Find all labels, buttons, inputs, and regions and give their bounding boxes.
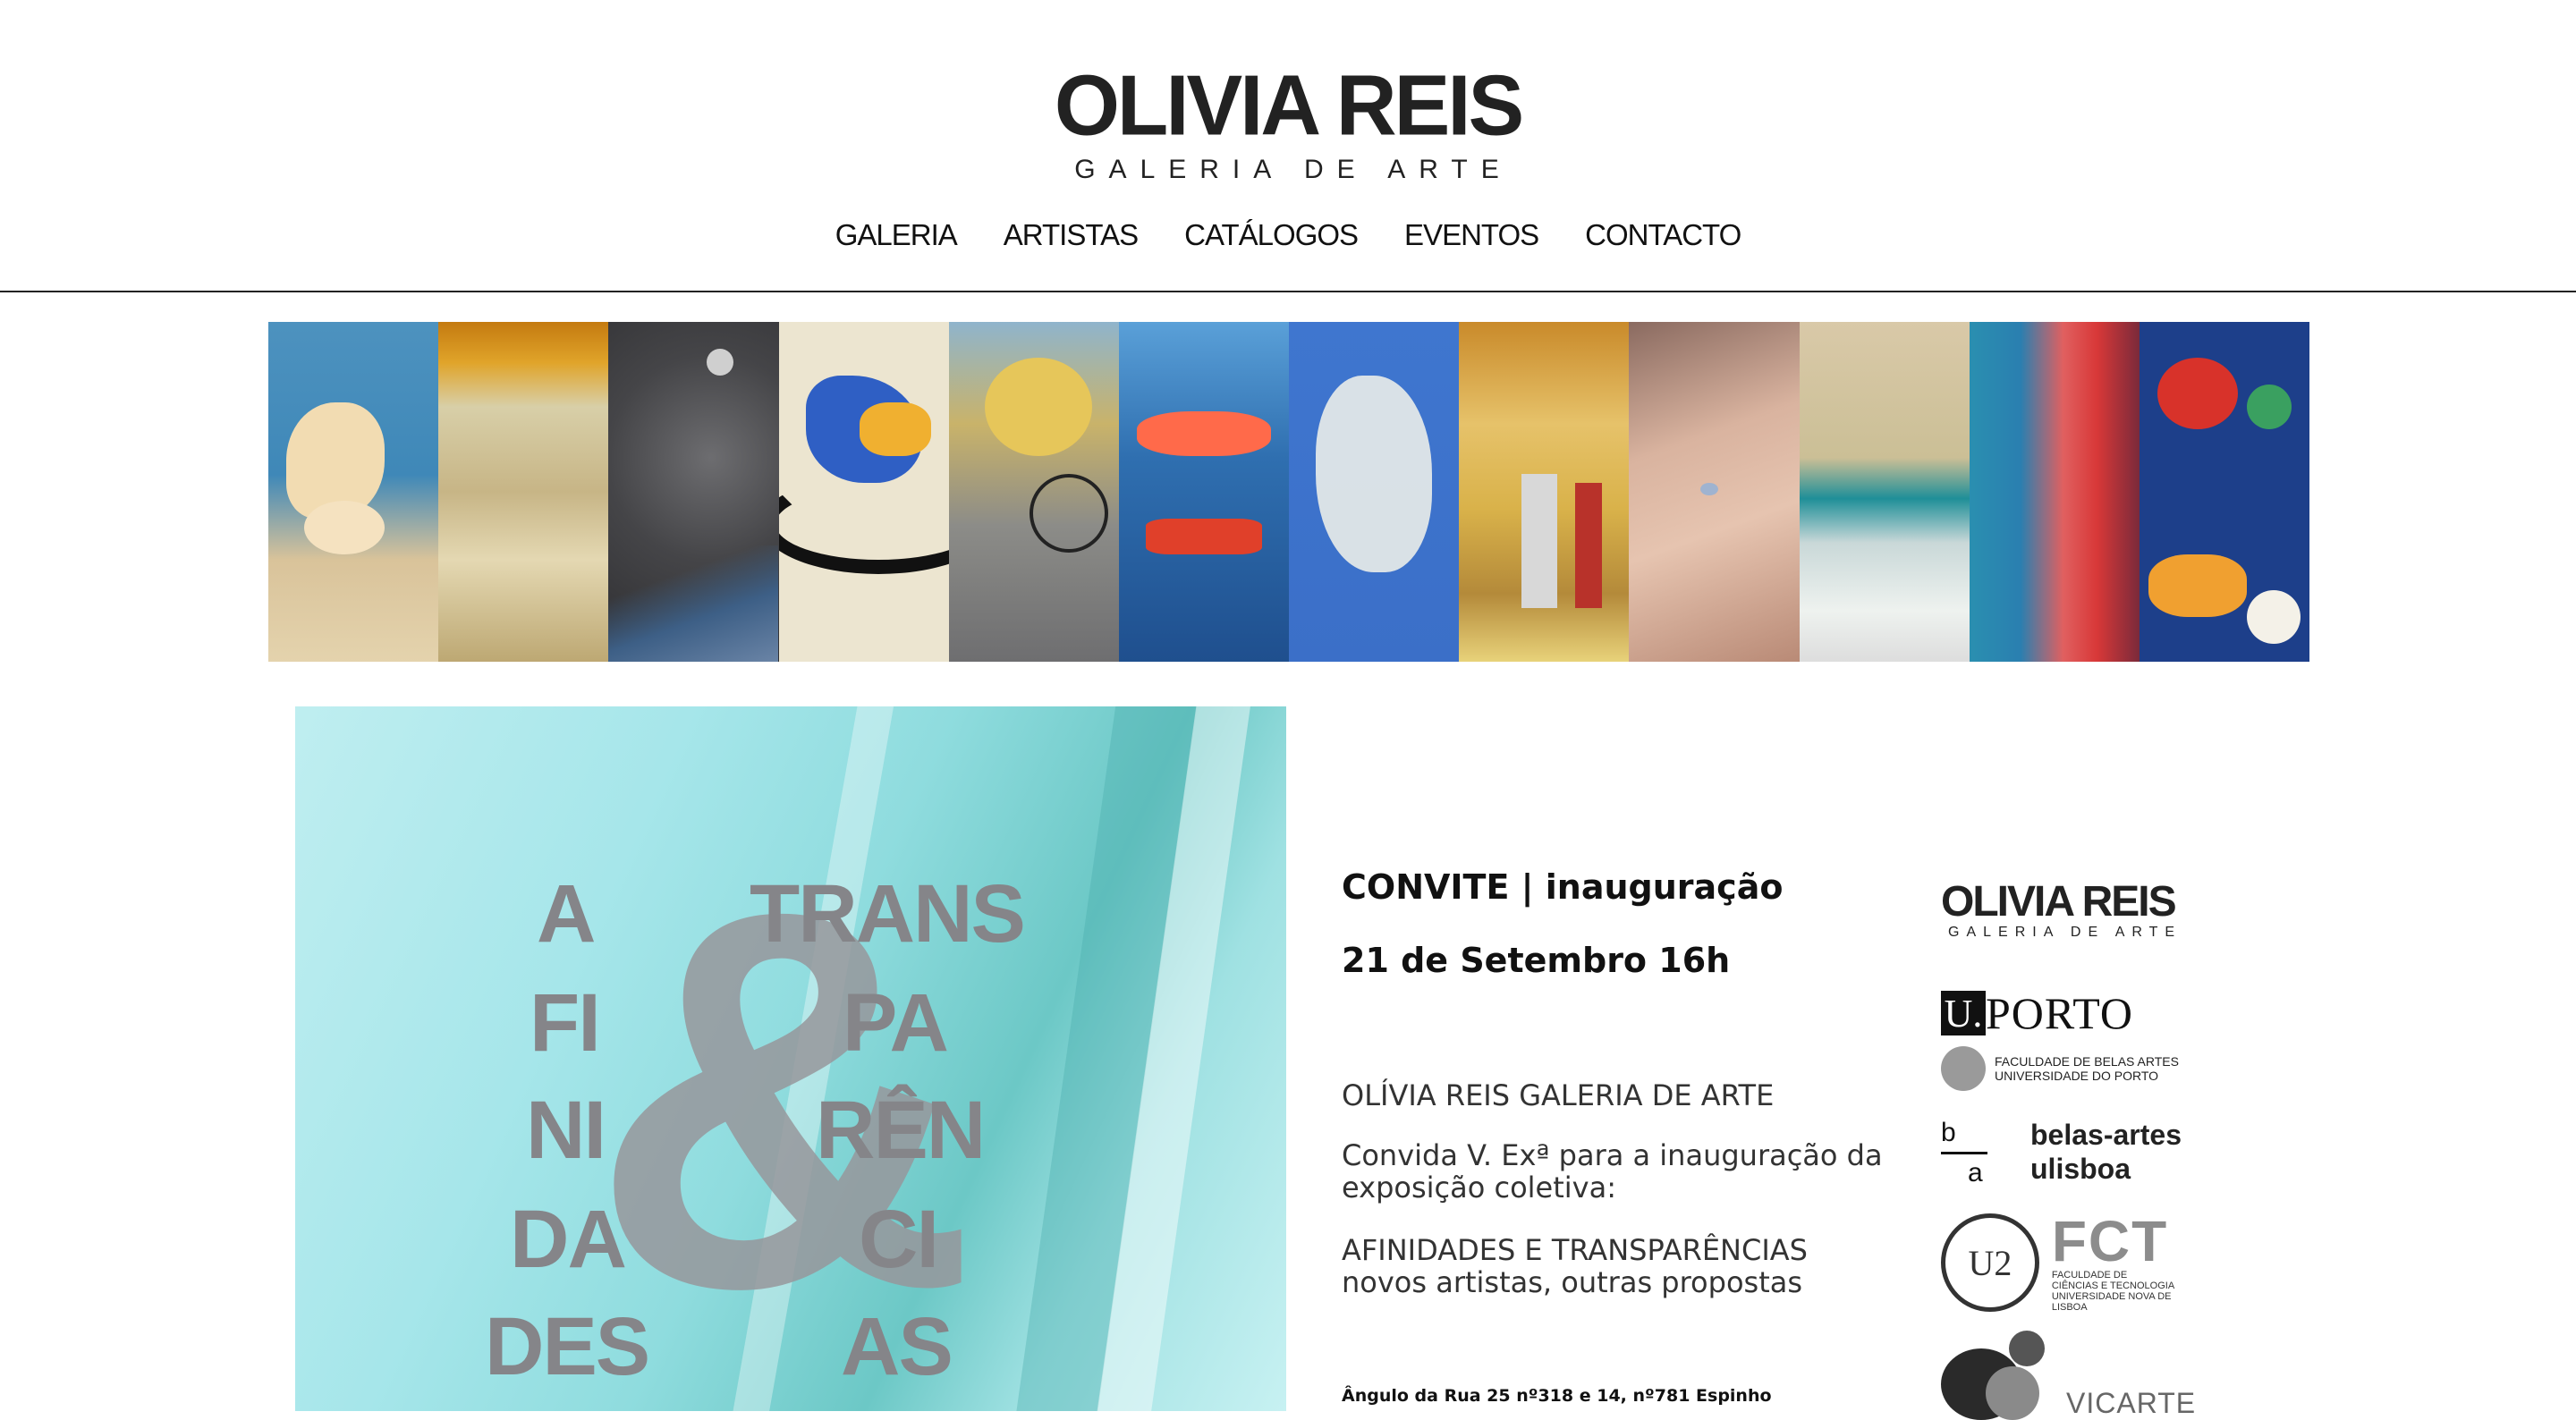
artwork-tile-5[interactable] — [948, 322, 1119, 662]
poster-word-right: CI — [859, 1194, 939, 1285]
partner-logos: OLIVIA REIS GALERIA DE ARTE U.PORTO FACU… — [1941, 876, 2209, 1420]
invitation-gallery: OLÍVIA REIS GALERIA DE ARTE — [1342, 1078, 1775, 1112]
poster-word-right: PA — [843, 977, 949, 1069]
invitation-date: 21 de Setembro 16h — [1342, 941, 1731, 980]
nav-catalogos[interactable]: CATÁLOGOS — [1184, 218, 1359, 252]
poster-word-right: RÊN — [816, 1085, 986, 1176]
fbaup-line2: UNIVERSIDADE DO PORTO — [1995, 1069, 2159, 1083]
vicarte-emblem-icon — [1941, 1331, 2048, 1420]
artwork-tile-12[interactable] — [2139, 322, 2310, 662]
ba-a: a — [1968, 1158, 1983, 1188]
exhibition-info: AFINIDADES E TRANSPARÊNCIAS novos artist… — [1342, 1234, 1896, 1298]
uporto-mark: U. — [1941, 991, 1986, 1035]
ba-line2: ulisboa — [2030, 1153, 2131, 1185]
poster-word-left: NI — [526, 1085, 606, 1176]
ba-divider — [1941, 1152, 1987, 1154]
artwork-tile-8[interactable] — [1459, 322, 1630, 662]
poster-word-left: DES — [485, 1301, 650, 1392]
artwork-tile-10[interactable] — [1799, 322, 1970, 662]
uporto-logo: U.PORTO FACULDADE DE BELAS ARTES UNIVERS… — [1941, 987, 2179, 1091]
artwork-tile-1[interactable] — [268, 322, 439, 662]
gallery-logo[interactable]: OLIVIA REIS GALERIA DE ARTE — [1029, 56, 1547, 188]
poster-word-left: DA — [510, 1194, 627, 1285]
artwork-tile-11[interactable] — [1969, 322, 2140, 662]
unl-seal-icon: U2 — [1941, 1213, 2039, 1312]
exhibition-poster[interactable]: & A FI NI DA DES TRANS PA RÊN CI AS — [295, 706, 1286, 1411]
artwork-tile-6[interactable] — [1118, 322, 1290, 662]
nav-artistas[interactable]: ARTISTAS — [1004, 218, 1139, 252]
uporto-text: PORTO — [1986, 988, 2134, 1038]
fct-line2: CIÊNCIAS E TECNOLOGIA — [2051, 1281, 2175, 1291]
poster-word-right: AS — [841, 1301, 953, 1392]
logo-subtitle: GALERIA DE ARTE — [1074, 155, 1513, 184]
fct-mark: FCT — [2051, 1209, 2169, 1273]
fbaup-line1: FACULDADE DE BELAS ARTES — [1995, 1054, 2179, 1069]
artwork-tile-4[interactable] — [778, 322, 949, 662]
fbaup-logo: FACULDADE DE BELAS ARTES UNIVERSIDADE DO… — [1941, 1046, 2179, 1091]
exhibition-title: AFINIDADES E TRANSPARÊNCIAS — [1342, 1233, 1808, 1267]
invitation-message: Convida V. Exª para a inauguração da exp… — [1342, 1138, 1883, 1204]
invitation-title: CONVITE | inauguração — [1342, 867, 1784, 907]
exhibition-subtitle: novos artistas, outras propostas — [1342, 1265, 1803, 1299]
poster-word-left: A — [537, 868, 596, 959]
artwork-tile-3[interactable] — [608, 322, 779, 662]
vicarte-text: VICARTE — [2066, 1387, 2197, 1419]
main-nav: GALERIA ARTISTAS CATÁLOGOS EVENTOS CONTA… — [0, 218, 2576, 252]
olivia-reis-logo-subtitle: GALERIA DE ARTE — [1948, 925, 2182, 940]
nav-eventos[interactable]: EVENTOS — [1404, 218, 1539, 252]
fct-line3: UNIVERSIDADE NOVA DE LISBOA — [2051, 1291, 2172, 1313]
belas-artes-ulisboa-logo: b a belas-artes ulisboa — [1941, 1118, 2182, 1188]
artwork-tile-7[interactable] — [1289, 322, 1460, 662]
ba-b: b — [1941, 1118, 1956, 1147]
site-header: OLIVIA REIS GALERIA DE ARTE GALERIA ARTI… — [0, 0, 2576, 292]
artwork-tile-9[interactable] — [1629, 322, 1800, 662]
fbaup-emblem-icon — [1941, 1046, 1986, 1091]
gallery-address: Ângulo da Rua 25 nº318 e 14, nº781 Espin… — [1342, 1386, 1772, 1406]
poster-word-left: FI — [530, 977, 601, 1069]
artwork-strip — [268, 322, 2310, 662]
nav-contacto[interactable]: CONTACTO — [1585, 218, 1741, 252]
artwork-tile-2[interactable] — [438, 322, 609, 662]
vicarte-logo: VICARTE — [1941, 1331, 2196, 1420]
ba-line1: belas-artes — [2030, 1119, 2182, 1151]
header-divider — [0, 291, 2576, 292]
poster-word-right: TRANS — [750, 868, 1026, 959]
unl-fct-logo: U2 FCT FACULDADE DE CIÊNCIAS E TECNOLOGI… — [1941, 1213, 2209, 1313]
olivia-reis-logo: OLIVIA REIS GALERIA DE ARTE — [1941, 880, 2182, 941]
logo-name: OLIVIA REIS — [1054, 56, 1524, 154]
olivia-reis-logo-name: OLIVIA REIS — [1941, 878, 2177, 926]
nav-galeria[interactable]: GALERIA — [835, 218, 958, 252]
